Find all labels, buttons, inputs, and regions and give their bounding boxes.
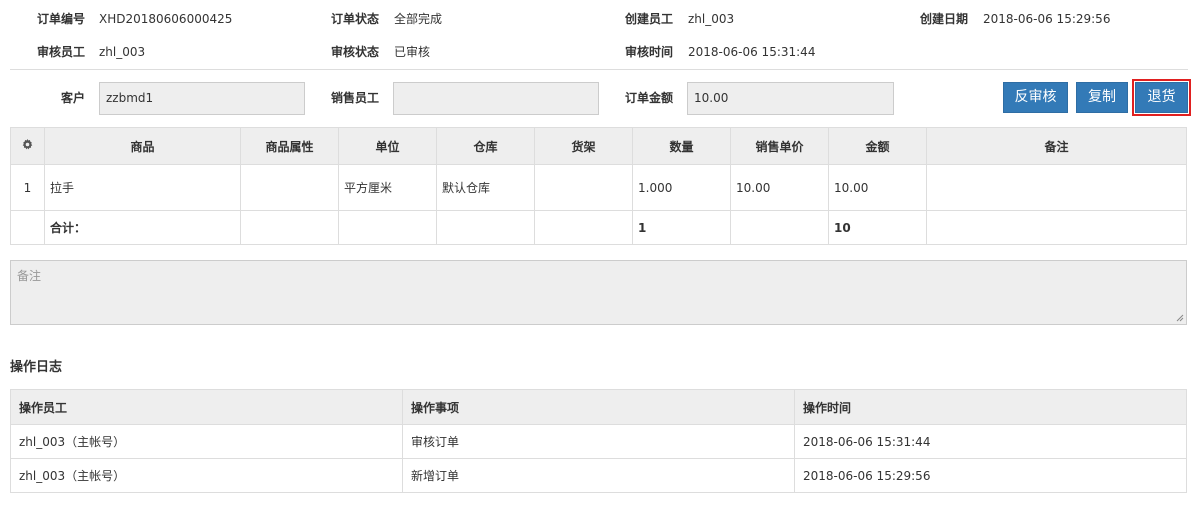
return-button[interactable]: 退货 [1132,79,1191,116]
order-status-label: 订单状态 [330,12,379,26]
remark-placeholder: 备注 [17,269,42,283]
order-amount-field[interactable]: 10.00 [687,82,894,115]
create-date-value: 2018-06-06 15:29:56 [983,12,1111,26]
log-col-time: 操作时间 [794,389,1187,425]
sales-staff-field[interactable] [393,82,599,115]
review-time-value: 2018-06-06 15:31:44 [688,45,816,59]
remark-textarea[interactable]: 备注 [10,260,1187,325]
order-amount-label: 订单金额 [624,91,673,105]
total-qty: 1 [632,210,731,245]
log-action: 审核订单 [402,424,795,459]
col-attr: 商品属性 [240,127,339,165]
log-action: 新增订单 [402,458,795,493]
table-row: 1 拉手 平方厘米 默认仓库 1.000 10.00 10.00 [10,164,1187,211]
log-col-user: 操作员工 [10,389,403,425]
create-date-label: 创建日期 [919,12,968,26]
review-status-label: 审核状态 [330,45,379,59]
creator-label: 创建员工 [624,12,673,26]
col-remark: 备注 [926,127,1187,165]
col-warehouse: 仓库 [436,127,535,165]
cell-remark [926,164,1187,211]
items-table: 商品 商品属性 单位 仓库 货架 数量 销售单价 金额 备注 1 拉手 平方厘米… [10,127,1187,245]
col-price: 销售单价 [730,127,829,165]
col-unit: 单位 [338,127,437,165]
cell-price: 10.00 [730,164,829,211]
cell-qty: 1.000 [632,164,731,211]
total-label: 合计： [44,210,241,245]
col-product: 商品 [44,127,241,165]
reviewer-value: zhl_003 [99,45,146,59]
col-amount: 金额 [828,127,927,165]
order-status-value: 全部完成 [394,12,443,26]
unreview-button[interactable]: 反审核 [1003,82,1068,113]
cell-shelf [534,164,633,211]
order-info-row-2: 审核员工 zhl_003 审核状态 已审核 审核时间 2018-06-06 15… [0,35,1200,69]
creator-value: zhl_003 [688,12,735,26]
row-index: 1 [10,164,45,211]
review-status-value: 已审核 [394,45,431,59]
table-row: zhl_003（主帐号） 新增订单 2018-06-06 15:29:56 [10,458,1187,493]
copy-button[interactable]: 复制 [1076,82,1128,113]
total-row: 合计： 1 10 [10,210,1187,245]
log-time: 2018-06-06 15:29:56 [794,458,1187,493]
col-shelf: 货架 [534,127,633,165]
customer-label: 客户 [60,91,85,105]
cell-unit: 平方厘米 [338,164,437,211]
order-no-value: XHD20180606000425 [99,12,233,26]
sales-staff-label: 销售员工 [330,91,379,105]
customer-field[interactable]: zzbmd1 [99,82,305,115]
cell-product: 拉手 [44,164,241,211]
log-user: zhl_003（主帐号） [10,458,403,493]
order-info-row-1: 订单编号 XHD20180606000425 订单状态 全部完成 创建员工 zh… [0,2,1200,36]
resize-grip-icon[interactable] [1176,314,1184,322]
cell-warehouse: 默认仓库 [436,164,535,211]
divider [10,69,1188,70]
log-user: zhl_003（主帐号） [10,424,403,459]
log-title: 操作日志 [10,360,63,375]
log-table: 操作员工 操作事项 操作时间 zhl_003（主帐号） 审核订单 2018-06… [10,389,1187,493]
col-qty: 数量 [632,127,731,165]
total-amount: 10 [828,210,927,245]
log-header-row: 操作员工 操作事项 操作时间 [10,389,1187,425]
order-no-label: 订单编号 [36,12,85,26]
log-col-action: 操作事项 [402,389,795,425]
review-time-label: 审核时间 [624,45,673,59]
gear-icon[interactable] [10,127,45,165]
reviewer-label: 审核员工 [36,45,85,59]
log-time: 2018-06-06 15:31:44 [794,424,1187,459]
cell-attr [240,164,339,211]
items-header-row: 商品 商品属性 单位 仓库 货架 数量 销售单价 金额 备注 [10,127,1187,165]
table-row: zhl_003（主帐号） 审核订单 2018-06-06 15:31:44 [10,424,1187,459]
cell-amount: 10.00 [828,164,927,211]
